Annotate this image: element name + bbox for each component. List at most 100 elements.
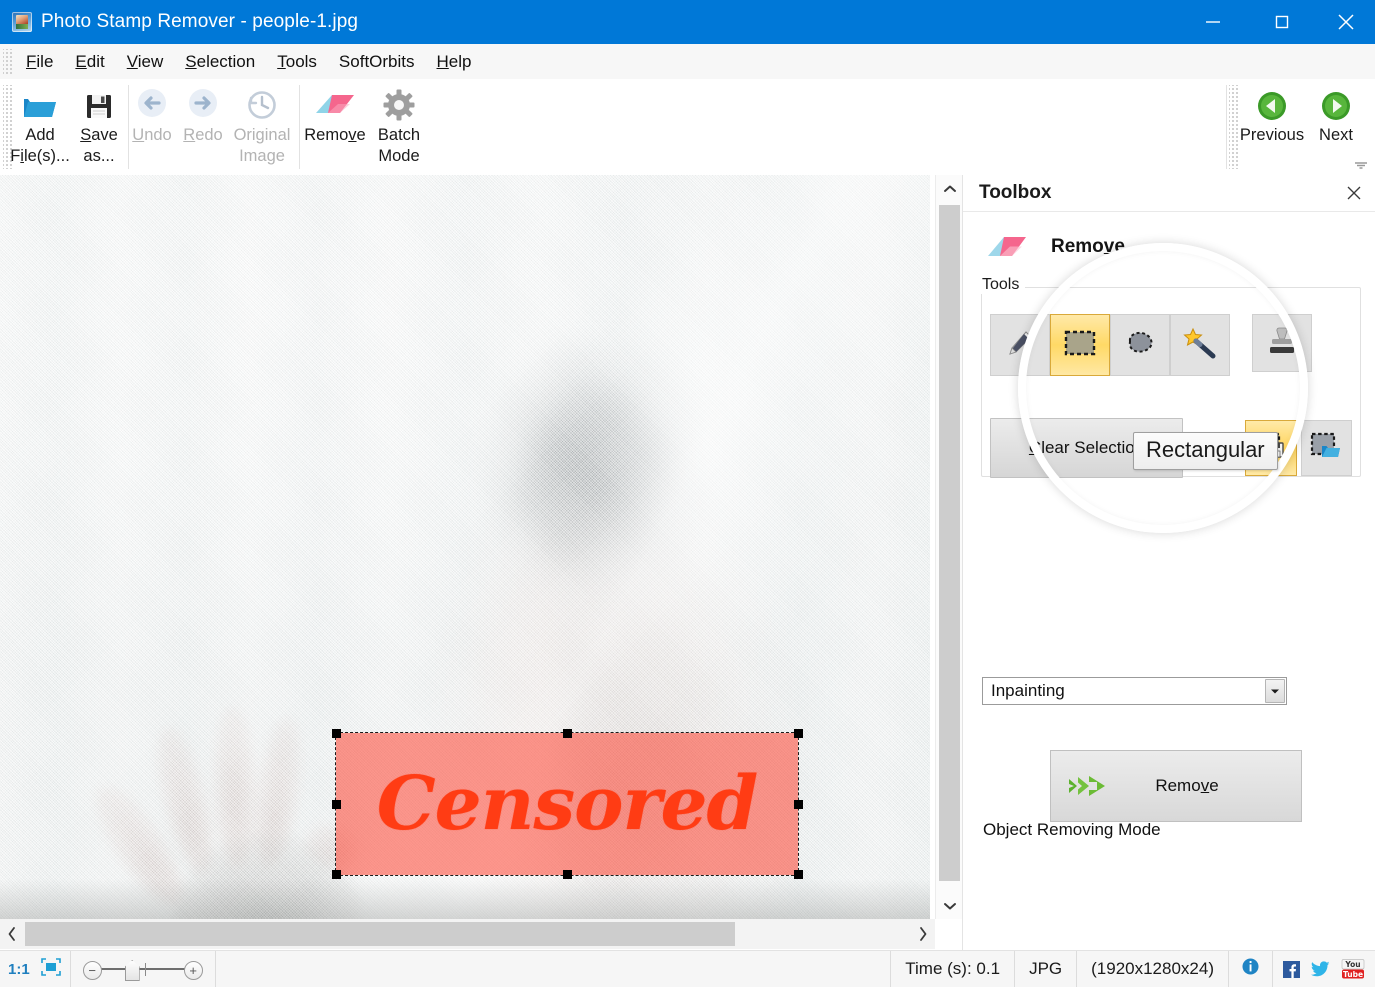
chevron-down-icon[interactable] xyxy=(1353,158,1369,172)
scroll-right-icon[interactable] xyxy=(911,919,935,949)
twitter-icon[interactable] xyxy=(1311,961,1330,977)
batch-mode-label: Batch Mode xyxy=(377,126,421,165)
chevron-down-icon[interactable] xyxy=(1265,679,1285,703)
scroll-left-icon[interactable] xyxy=(0,919,24,949)
toolbox-title: Toolbox xyxy=(979,182,1052,203)
remove-action-label: Remove xyxy=(1155,776,1219,795)
zoom-slider-thumb[interactable] xyxy=(124,960,140,981)
rectangular-tool-tooltip: Rectangular xyxy=(1133,432,1278,470)
pencil-tool-button[interactable] xyxy=(990,314,1050,376)
green-double-arrow-icon xyxy=(1065,769,1109,803)
selection-handle-e[interactable] xyxy=(794,800,803,809)
selection-handle-s[interactable] xyxy=(563,870,572,879)
vertical-scroll-thumb[interactable] xyxy=(939,205,960,881)
gear-icon xyxy=(383,85,415,121)
menu-item-file[interactable]: File xyxy=(15,49,64,75)
facebook-icon[interactable] xyxy=(1283,960,1300,978)
add-files-label: Add File(s)... xyxy=(10,126,70,165)
close-icon[interactable] xyxy=(1340,179,1368,207)
object-removing-mode-select[interactable]: Inpainting xyxy=(982,677,1287,705)
remove-ribbon-button[interactable]: Remove xyxy=(302,85,368,146)
menu-item-softorbits[interactable]: SoftOrbits xyxy=(328,49,426,75)
zoom-slider[interactable]: − + xyxy=(82,955,203,983)
clear-selection-label: Clear Selection xyxy=(1028,438,1145,457)
social-links-cell: You Tube xyxy=(1273,951,1375,987)
selection-handle-nw[interactable] xyxy=(332,729,341,738)
menu-item-edit[interactable]: Edit xyxy=(64,49,115,75)
svg-text:You: You xyxy=(1344,960,1360,969)
save-as-label: Save as... xyxy=(80,126,118,165)
original-image-label: Original Image xyxy=(233,126,291,165)
horizontal-scrollbar[interactable] xyxy=(0,919,935,949)
info-icon[interactable] xyxy=(1242,958,1259,980)
app-icon xyxy=(12,12,32,32)
stamp-tool-button[interactable] xyxy=(1252,314,1312,372)
zoom-in-icon[interactable]: + xyxy=(183,961,203,980)
magic-wand-icon xyxy=(1183,327,1217,364)
scroll-down-icon[interactable] xyxy=(936,892,963,919)
load-selection-icon xyxy=(1310,432,1342,465)
selection-rectangle[interactable]: Censored xyxy=(335,732,799,876)
original-image-button[interactable]: Original Image xyxy=(228,85,296,167)
remove-section-title: Remove xyxy=(1051,236,1125,257)
add-files-button[interactable]: Add File(s)... xyxy=(10,85,70,167)
window-title: Photo Stamp Remover - people-1.jpg xyxy=(41,11,359,32)
remove-action-button[interactable]: Remove xyxy=(1050,750,1302,822)
green-right-arrow-icon xyxy=(1321,85,1351,121)
vertical-scrollbar[interactable] xyxy=(935,175,962,919)
redo-label: Redo xyxy=(183,126,223,144)
zoom-out-icon[interactable]: − xyxy=(82,961,102,980)
menu-drag-grip[interactable] xyxy=(3,48,12,75)
application-window: Photo Stamp Remover - people-1.jpg File … xyxy=(0,0,1375,987)
pencil-icon xyxy=(1004,327,1036,364)
menu-bar: File Edit View Selection Tools SoftOrbit… xyxy=(0,44,1375,79)
object-removing-mode-value: Inpainting xyxy=(991,681,1065,700)
eraser-icon xyxy=(985,230,1029,264)
maximize-button[interactable] xyxy=(1259,0,1305,44)
zoom-ratio-button[interactable]: 1:1 xyxy=(8,961,30,978)
status-time: Time (s): 0.1 xyxy=(891,951,1016,987)
selection-handle-n[interactable] xyxy=(563,729,572,738)
undo-button[interactable]: Undo xyxy=(130,85,174,146)
rectangular-tool-button[interactable] xyxy=(1050,314,1110,376)
zoom-slider-track xyxy=(96,968,189,970)
close-button[interactable] xyxy=(1318,0,1374,44)
minimize-button[interactable] xyxy=(1190,0,1236,44)
remove-section-header: Remove xyxy=(979,223,1364,271)
menu-item-tools[interactable]: Tools xyxy=(266,49,328,75)
load-mask-button[interactable] xyxy=(1300,420,1352,476)
censored-watermark-text: Censored xyxy=(376,761,759,847)
youtube-icon[interactable]: You Tube xyxy=(1341,959,1365,979)
next-button[interactable]: Next xyxy=(1312,85,1360,146)
menu-item-selection[interactable]: Selection xyxy=(174,49,266,75)
zoom-tools-cell: 1:1 xyxy=(0,951,71,987)
image-canvas[interactable]: Censored xyxy=(0,175,930,919)
green-left-arrow-icon xyxy=(1257,85,1287,121)
magic-wand-tool-button[interactable] xyxy=(1170,314,1230,376)
redo-arrow-icon xyxy=(186,85,220,121)
fit-to-window-icon[interactable] xyxy=(40,957,62,982)
save-as-button[interactable]: Save as... xyxy=(72,85,126,167)
selection-handle-w[interactable] xyxy=(332,800,341,809)
tool-button-row xyxy=(990,314,1312,376)
undo-arrow-icon xyxy=(135,85,169,121)
eraser-icon xyxy=(314,85,356,121)
selection-handle-sw[interactable] xyxy=(332,870,341,879)
lasso-tool-button[interactable] xyxy=(1110,314,1170,376)
lasso-icon xyxy=(1123,328,1157,363)
floppy-disk-icon xyxy=(84,85,114,121)
selection-handle-se[interactable] xyxy=(794,870,803,879)
horizontal-scroll-thumb[interactable] xyxy=(25,922,735,946)
selection-handle-ne[interactable] xyxy=(794,729,803,738)
menu-item-view[interactable]: View xyxy=(116,49,175,75)
title-bar: Photo Stamp Remover - people-1.jpg xyxy=(0,0,1375,44)
scroll-up-icon[interactable] xyxy=(936,175,963,202)
batch-mode-button[interactable]: Batch Mode xyxy=(368,85,430,167)
redo-button[interactable]: Redo xyxy=(181,85,225,146)
menu-item-help[interactable]: Help xyxy=(426,49,483,75)
previous-button[interactable]: Previous xyxy=(1240,85,1304,146)
status-info-cell[interactable] xyxy=(1229,951,1273,987)
status-bar: 1:1 − + Time (s): 0.1 JPG (1920x1280x24)… xyxy=(0,950,1375,987)
next-label: Next xyxy=(1319,126,1353,144)
open-folder-icon xyxy=(22,85,58,121)
